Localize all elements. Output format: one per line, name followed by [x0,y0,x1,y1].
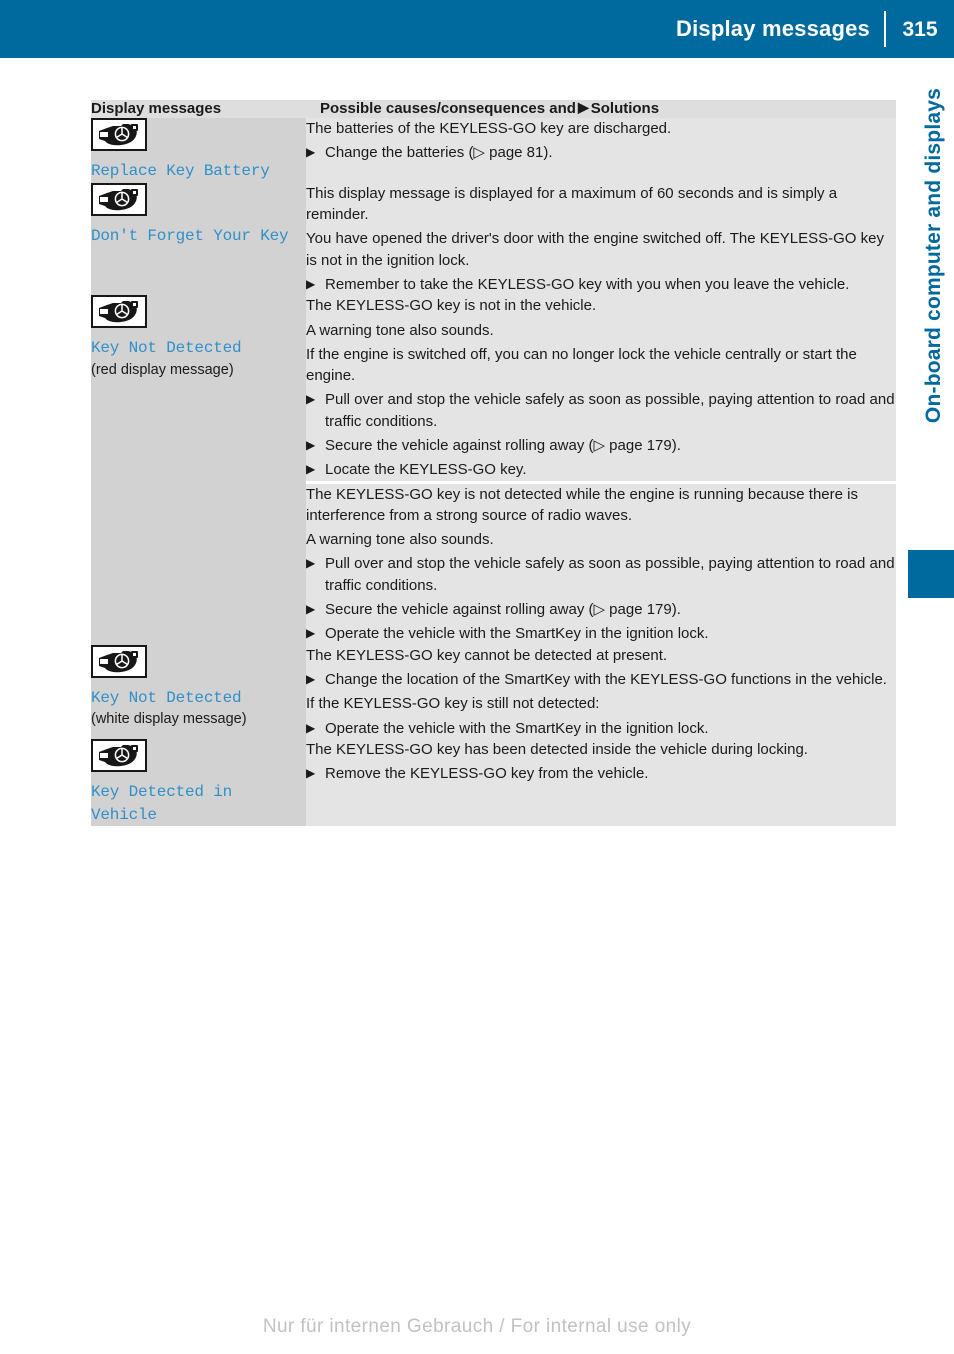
bullet-triangle-icon: ▶ [306,462,316,477]
solution-bullet-text: Operate the vehicle with the SmartKey in… [325,625,709,643]
bullet-triangle-icon: ▶ [306,626,316,641]
solution-bullet: ▶ Secure the vehicle against rolling away… [306,435,896,456]
solution-bullet-text: Remember to take the KEYLESS-GO key with… [325,275,850,293]
chapter-side-tab: On-board computer and displays [900,58,954,618]
description-paragraph: You have opened the driver's door with t… [306,230,884,269]
solution-bullet-text: Change the location of the SmartKey with… [325,670,887,688]
bullet-triangle-icon: ▶ [306,766,316,781]
description-paragraph: A warning tone also sounds. [306,531,494,549]
solution-bullet: ▶ Change the batteries (▷ page 81). [306,142,896,163]
table-header-row: Display messages Possible causes/consequ… [91,100,896,118]
bullet-triangle-icon: ▶ [306,392,316,407]
display-message-label: Key Not Detected [91,688,242,707]
solution-bullet-text: Pull over and stop the vehicle safely as… [325,555,895,594]
message-cell: Key Not Detected (white display message) [91,644,306,739]
description-paragraph: The batteries of the KEYLESS-GO key are … [306,120,672,137]
display-messages-table: Display messages Possible causes/consequ… [91,100,896,827]
description-paragraph: The KEYLESS-GO key has been detected ins… [306,740,808,758]
table-row: Replace Key Battery The batteries of the … [91,118,896,183]
keyless-go-key-glyph [99,124,138,146]
solution-bullet-text: Pull over and stop the vehicle safely as… [325,391,895,430]
chapter-tab-marker [908,550,954,598]
table-row: Key Detected in Vehicle The KEYLESS-GO ke… [91,738,896,827]
display-message-note: (white display message) [91,711,247,728]
bullet-triangle-icon: ▶ [306,556,316,571]
display-message-label: Key Detected in Vehicle [91,782,233,824]
solution-bullet: ▶ Pull over and stop the vehicle safely a… [306,553,896,596]
keyless-go-key-icon [91,182,147,216]
keyless-go-key-glyph [99,744,138,767]
description-cell: The KEYLESS-GO key has been detected ins… [306,738,896,827]
description-cell: The KEYLESS-GO key cannot be detected at… [306,644,896,739]
solution-bullet-text: Remove the KEYLESS-GO key from the vehic… [325,765,649,783]
description-paragraph: This display message is displayed for a … [306,184,838,224]
solution-bullet: ▶ Locate the KEYLESS-GO key. [306,459,896,480]
bullet-triangle-icon: ▶ [306,145,316,160]
description-paragraph: The KEYLESS-GO key is not in the vehicle… [306,297,597,315]
description-paragraph: The KEYLESS-GO key is not detected while… [306,485,858,524]
description-cell: The KEYLESS-GO key is not in the vehicle… [306,295,896,483]
bullet-triangle-icon: ▶ [306,276,316,291]
keyless-go-key-icon [91,118,147,151]
page-header-bar: Display messages 315 [0,0,954,58]
solution-bullet-text: Operate the vehicle with the SmartKey in… [325,719,709,737]
bullet-triangle-icon: ▶ [306,602,316,617]
page-number: 315 [902,17,938,41]
column-header-display-messages: Display messages [91,100,306,118]
solution-bullet-text: Secure the vehicle against rolling away … [325,601,681,619]
description-cell: This display message is displayed for a … [306,182,896,296]
bullet-triangle-icon: ▶ [306,437,316,452]
bullet-triangle-icon: ▶ [306,720,316,735]
page-title: Display messages [676,16,870,41]
display-message-note: (red display message) [91,361,234,378]
column-header-text-after: Solutions [590,100,660,117]
table-row: Key Not Detected (white display message) T… [91,644,896,739]
solution-bullet-text: Secure the vehicle against rolling away … [325,436,681,454]
solution-bullet: ▶ Remove the KEYLESS-GO key from the vehi… [306,763,896,784]
display-message-label: Replace Key Battery [91,162,270,180]
keyless-go-key-icon [91,644,147,678]
keyless-go-key-glyph [99,301,138,323]
keyless-go-key-glyph [99,650,138,672]
keyless-go-key-icon [91,295,147,329]
solution-bullet-text: Locate the KEYLESS-GO key. [325,461,527,479]
bullet-triangle-icon: ▶ [306,671,316,686]
message-cell: Don't Forget Your Key [91,182,306,296]
solution-bullet: ▶ Remember to take the KEYLESS-GO key wit… [306,274,896,295]
table-row: Key Not Detected (red display message) The… [91,295,896,645]
message-cell: Key Detected in Vehicle [91,738,306,827]
keyless-go-key-icon [91,738,147,772]
solution-bullet: ▶ Operate the vehicle with the SmartKey i… [306,623,896,644]
solution-bullet: ▶ Pull over and stop the vehicle safely a… [306,389,896,432]
description-paragraph: If the KEYLESS-GO key is still not detec… [306,695,600,713]
column-header-causes-solutions: Possible causes/consequences and ▶ Solutio… [306,100,896,118]
description-cell: The batteries of the KEYLESS-GO key are … [306,118,896,183]
description-paragraph: The KEYLESS-GO key cannot be detected at… [306,646,668,664]
description-paragraph: If the engine is switched off, you can n… [306,345,857,385]
solution-bullet-text: Change the batteries (▷ page 81). [325,144,553,162]
column-header-text-before: Possible causes/consequences and [320,100,576,117]
solution-bullet: ▶ Operate the vehicle with the SmartKey i… [306,718,896,739]
description-paragraph: A warning tone also sounds. [306,321,494,339]
solution-bullet: ▶ Change the location of the SmartKey wit… [306,669,896,690]
solution-bullet: ▶ Secure the vehicle against rolling away… [306,599,896,620]
footer-notice: Nur für internen Gebrauch / For internal… [262,1316,692,1337]
message-cell: Replace Key Battery [91,118,306,183]
display-message-label: Don't Forget Your Key [91,226,289,245]
message-cell: Key Not Detected (red display message) [91,295,306,645]
table-row: Don't Forget Your Key This display messag… [91,182,896,296]
solutions-arrow-icon: ▶ [577,99,589,115]
keyless-go-key-glyph [99,188,138,210]
chapter-label: On-board computer and displays [922,88,945,424]
description-cell: The KEYLESS-GO key is not detected while… [306,480,896,645]
display-message-label: Key Not Detected [91,339,242,358]
